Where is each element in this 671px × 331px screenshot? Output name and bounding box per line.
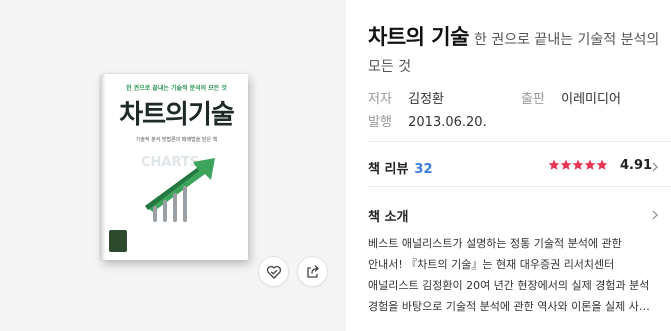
like-button[interactable] bbox=[258, 256, 289, 287]
intro-text: 베스트 애널리스트가 설명하는 정통 기술적 분석에 관한 안내서! 『차트의 … bbox=[368, 237, 650, 313]
date-label: 발행 bbox=[368, 115, 392, 130]
star-rating bbox=[548, 159, 608, 171]
cover-subtitle: 한 권으로 끝내는 기술적 분석의 모든 것 bbox=[126, 85, 227, 92]
review-row[interactable]: 책 리뷰 32 4.91 bbox=[368, 158, 660, 178]
star-icon bbox=[584, 159, 596, 170]
cover-badge bbox=[109, 230, 127, 252]
publish-date: 2013.06.20. bbox=[408, 115, 487, 130]
cover-chart-illustration: CHARTS bbox=[141, 155, 215, 222]
publisher-label: 출판 bbox=[521, 92, 545, 107]
cover-title: 차트의기술 bbox=[119, 100, 235, 130]
author-name[interactable]: 김정환 bbox=[408, 92, 444, 107]
book-cover-image[interactable]: 한 권으로 끝내는 기술적 분석의 모든 것 차트의기술 기술적 분석 방법론의… bbox=[101, 74, 248, 260]
divider bbox=[368, 141, 671, 142]
heart-check-icon bbox=[266, 265, 281, 279]
author-label: 저자 bbox=[368, 92, 392, 107]
book-title-block: 차트의 기술 한 권으로 끝내는 기술적 분석의 모든 것 bbox=[368, 24, 663, 80]
book-info-panel: 차트의 기술 한 권으로 끝내는 기술적 분석의 모든 것 저자 김정환 출판 … bbox=[368, 0, 671, 331]
publisher-group: 출판 이레미디어 bbox=[521, 88, 621, 107]
svg-text:CHARTS: CHARTS bbox=[141, 155, 199, 170]
share-button[interactable] bbox=[297, 256, 328, 287]
meta-row-date: 발행 2013.06.20. bbox=[368, 111, 487, 130]
star-icon bbox=[596, 159, 608, 170]
book-spine bbox=[101, 74, 106, 260]
meta-row-author-publisher: 저자 김정환 출판 이레미디어 bbox=[368, 88, 658, 107]
divider bbox=[368, 186, 671, 187]
star-icon bbox=[572, 159, 584, 170]
star-icon bbox=[548, 159, 560, 170]
publisher-name[interactable]: 이레미디어 bbox=[561, 92, 621, 107]
star-icon bbox=[560, 159, 572, 170]
intro-label: 책 소개 bbox=[368, 210, 409, 225]
share-icon bbox=[306, 264, 319, 278]
chevron-right-icon[interactable] bbox=[650, 162, 660, 172]
cover-panel: 한 권으로 끝내는 기술적 분석의 모든 것 차트의기술 기술적 분석 방법론의… bbox=[0, 0, 346, 331]
review-count: 32 bbox=[414, 162, 433, 177]
book-title: 차트의 기술 bbox=[368, 25, 469, 49]
review-label: 책 리뷰 bbox=[368, 162, 409, 177]
chevron-right-icon[interactable] bbox=[650, 210, 660, 220]
rating-value: 4.91 bbox=[620, 158, 653, 173]
cover-tagline: 기술적 분석 방법론의 매매법을 담은 책 bbox=[135, 137, 218, 143]
